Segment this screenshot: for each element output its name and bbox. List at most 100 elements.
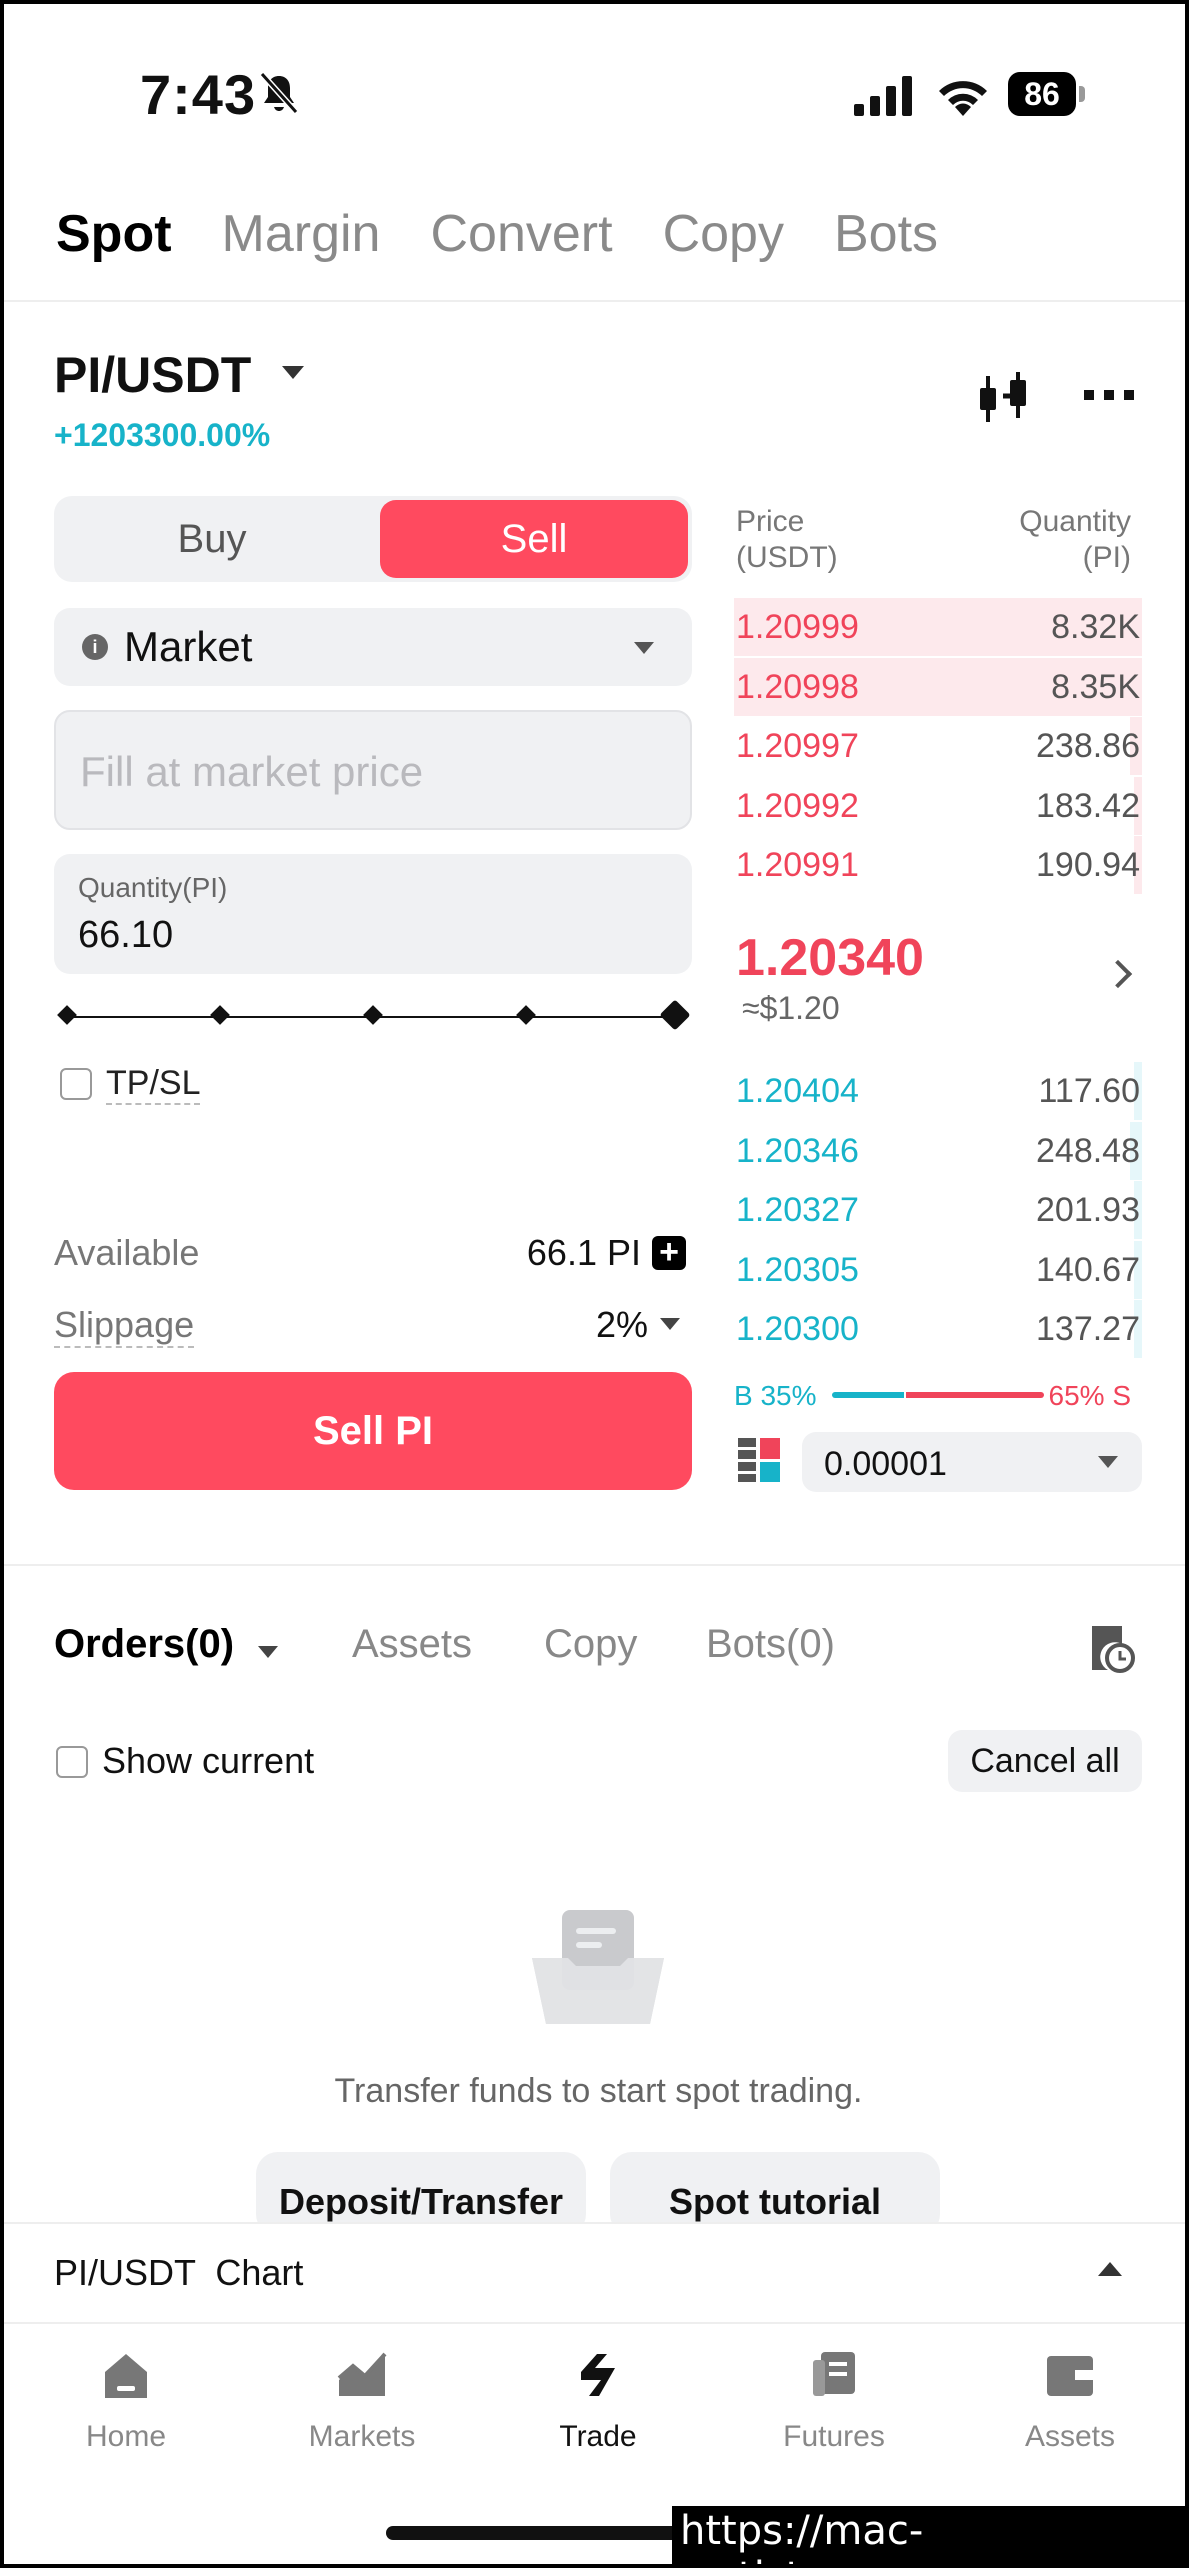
empty-state-text: Transfer funds to start spot trading.: [334, 2072, 863, 2110]
slippage-label[interactable]: Slippage: [54, 1304, 195, 1348]
tab-copy-orders[interactable]: Copy: [544, 1622, 637, 1667]
buy-sell-toggle: Buy Sell: [54, 496, 692, 582]
available-value: 66.1 PI: [526, 1232, 641, 1273]
quantity-header-unit: (PI): [1082, 541, 1131, 574]
tab-bots[interactable]: Bots: [834, 204, 938, 264]
ask-row[interactable]: 1.20999 8.32K: [734, 598, 1142, 656]
nav-assets[interactable]: Assets: [990, 2348, 1150, 2454]
order-history-icon[interactable]: [1086, 1620, 1136, 1674]
orderbook-price-header: Price (USDT): [736, 504, 838, 576]
ask-row[interactable]: 1.20998 8.35K: [734, 657, 1142, 716]
chart-drawer[interactable]: PI/USDT Chart: [4, 2222, 1185, 2324]
nav-label: Assets: [1024, 2420, 1116, 2453]
cancel-all-button[interactable]: Cancel all: [948, 1730, 1142, 1792]
buy-ratio: B 35%: [734, 1380, 817, 1411]
tab-assets[interactable]: Assets: [352, 1622, 472, 1667]
slider-step-50[interactable]: [363, 1005, 383, 1025]
tab-orders[interactable]: Orders(0): [54, 1622, 234, 1667]
caret-down-icon: [1098, 1456, 1118, 1468]
ask-price: 1.20998: [736, 667, 859, 706]
candlestick-chart-icon[interactable]: [976, 370, 1030, 426]
nav-label: Futures: [783, 2420, 885, 2453]
caret-down-icon[interactable]: [660, 1318, 680, 1330]
buy-tab[interactable]: Buy: [58, 500, 366, 578]
quantity-header-line: Quantity: [1019, 505, 1131, 538]
battery-icon: 86: [1008, 72, 1086, 118]
bid-row[interactable]: 1.20404 117.60: [734, 1062, 1142, 1120]
nav-markets[interactable]: Markets: [282, 2348, 442, 2454]
status-time: 7:43: [140, 63, 257, 126]
bid-price: 1.20300: [736, 1310, 859, 1348]
tab-bots-orders[interactable]: Bots(0): [706, 1622, 835, 1667]
quantity-input[interactable]: Quantity(PI) 66.10: [54, 854, 692, 974]
more-options-icon[interactable]: [1084, 388, 1134, 402]
nav-label: Home: [85, 2420, 167, 2453]
ask-quantity: 8.32K: [1051, 608, 1140, 646]
nav-label: Trade: [559, 2420, 637, 2453]
ask-price: 1.20999: [736, 608, 859, 646]
slider-step-0[interactable]: [57, 1005, 77, 1025]
orderbook-layout-icon[interactable]: [738, 1438, 780, 1482]
nav-home[interactable]: Home: [46, 2348, 206, 2454]
tpsl-checkbox[interactable]: [60, 1068, 92, 1100]
slippage-value[interactable]: 2%: [596, 1304, 648, 1346]
bid-price: 1.20346: [736, 1131, 859, 1170]
price-header-line: Price: [736, 505, 805, 538]
order-type-value: Market: [124, 623, 253, 670]
ask-row[interactable]: 1.20991 190.94: [734, 836, 1142, 894]
wallet-icon: [1047, 2356, 1093, 2396]
tab-copy[interactable]: Copy: [663, 204, 784, 264]
tick-size-select[interactable]: 0.00001: [802, 1432, 1142, 1492]
tab-margin[interactable]: Margin: [222, 204, 381, 264]
sell-tab[interactable]: Sell: [380, 500, 688, 578]
available-label: Available: [54, 1232, 200, 1273]
last-price-usd: ≈$1.20: [742, 990, 840, 1026]
cellular-signal-icon: [854, 76, 912, 116]
bid-quantity: 117.60: [1038, 1072, 1140, 1110]
quantity-value: 66.10: [78, 914, 174, 956]
caret-down-icon[interactable]: [282, 366, 304, 379]
bid-row[interactable]: 1.20346 248.48: [734, 1121, 1142, 1180]
bid-row[interactable]: 1.20327 201.93: [734, 1181, 1142, 1239]
info-icon[interactable]: i: [82, 634, 108, 660]
sell-submit-button[interactable]: Sell PI: [54, 1372, 692, 1490]
ask-row[interactable]: 1.20992 183.42: [734, 776, 1142, 835]
tab-convert[interactable]: Convert: [430, 204, 612, 264]
ask-price: 1.20991: [736, 846, 859, 884]
show-current-label[interactable]: Show current: [102, 1740, 314, 1782]
pair-selector[interactable]: PI/USDT: [54, 346, 251, 404]
caret-down-icon[interactable]: [258, 1646, 278, 1658]
caret-up-icon[interactable]: [1098, 2262, 1122, 2276]
quantity-label: Quantity(PI): [78, 872, 228, 903]
bid-price: 1.20404: [736, 1072, 859, 1110]
bid-row[interactable]: 1.20300 137.27: [734, 1300, 1142, 1358]
transfer-plus-icon[interactable]: +: [652, 1235, 686, 1270]
empty-folder-icon: [532, 1910, 664, 2024]
nav-futures[interactable]: Futures: [754, 2348, 914, 2454]
watermark-text: https://mac-os.tistory.com: [672, 2506, 1185, 2564]
slider-handle[interactable]: [659, 999, 691, 1031]
price-header-unit: (USDT): [736, 541, 838, 574]
orderbook-quantity-header: Quantity (PI): [1019, 504, 1131, 576]
ask-quantity: 190.94: [1036, 846, 1140, 884]
tpsl-label[interactable]: TP/SL: [106, 1064, 201, 1105]
price-input[interactable]: Fill at market price: [54, 710, 692, 830]
ask-quantity: 238.86: [1036, 727, 1140, 765]
ask-row[interactable]: 1.20997 238.86: [734, 717, 1142, 775]
bid-quantity: 248.48: [1036, 1131, 1140, 1170]
show-current-checkbox[interactable]: [56, 1746, 88, 1778]
bid-price: 1.20305: [736, 1250, 859, 1289]
markets-icon: [337, 2352, 387, 2396]
bid-quantity: 140.67: [1036, 1250, 1140, 1289]
slider-step-25[interactable]: [210, 1005, 230, 1025]
bid-row[interactable]: 1.20305 140.67: [734, 1240, 1142, 1299]
nav-trade[interactable]: Trade: [518, 2348, 678, 2454]
order-type-select[interactable]: i Market: [54, 608, 692, 686]
battery-level: 86: [1008, 72, 1076, 116]
slider-step-75[interactable]: [516, 1005, 536, 1025]
tab-spot[interactable]: Spot: [56, 204, 172, 264]
caret-down-icon: [634, 642, 654, 654]
chart-drawer-label: PI/USDT Chart: [54, 2252, 304, 2293]
chevron-right-icon[interactable]: [1103, 959, 1133, 989]
futures-icon: [813, 2352, 855, 2396]
